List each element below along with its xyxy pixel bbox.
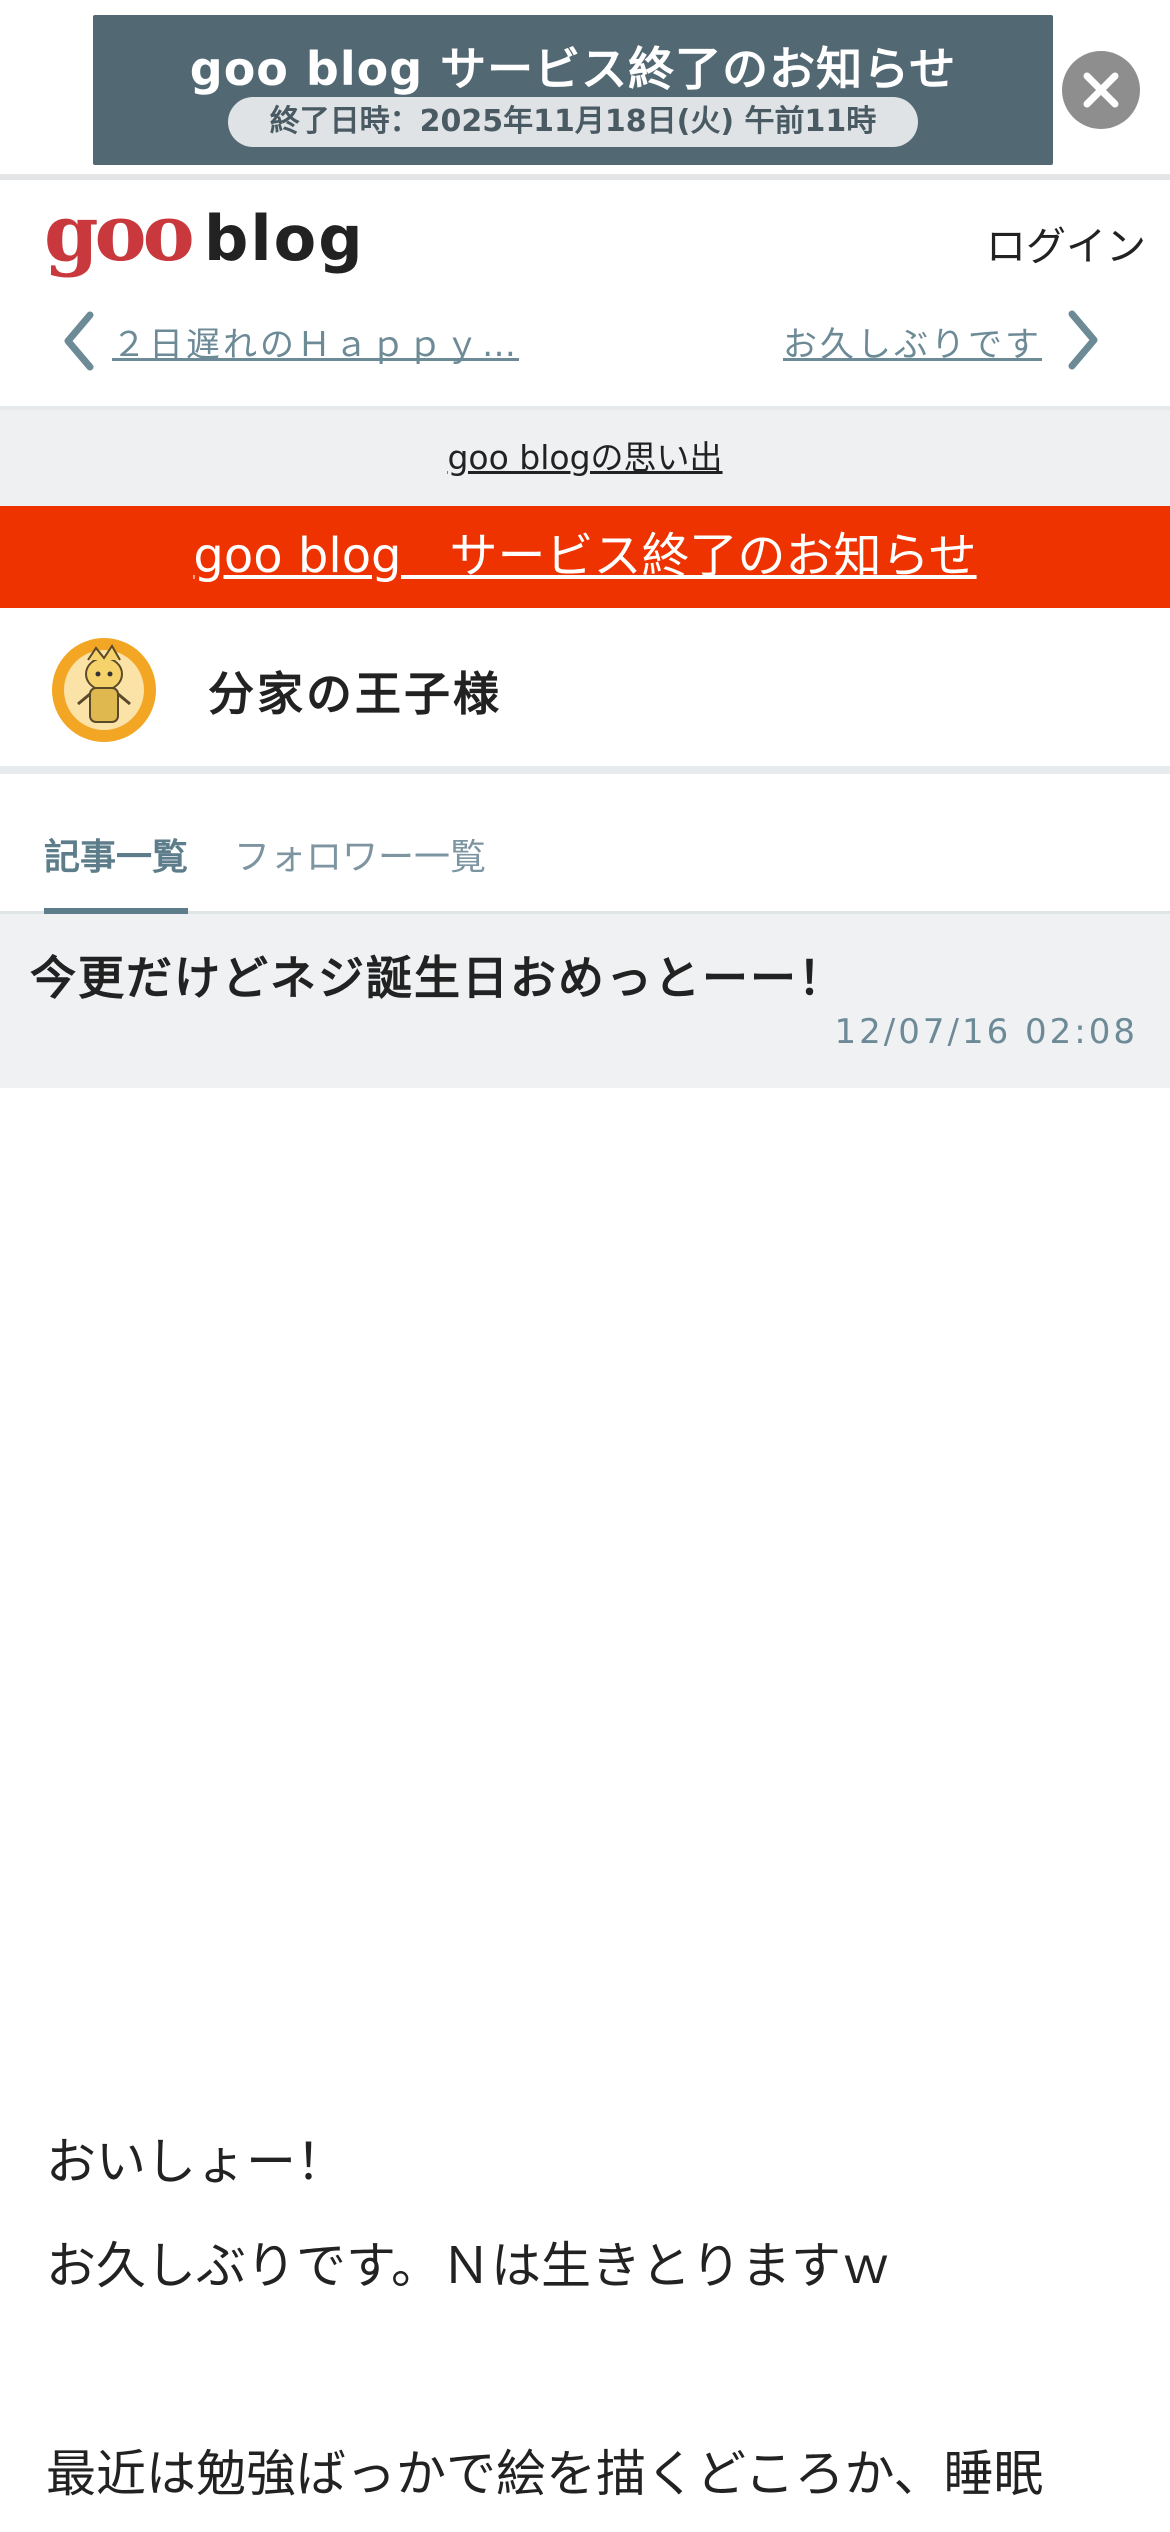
site-header: goo blog ログイン ２日遅れのＨａｐｐｙ… お久しぶりです: [0, 186, 1170, 410]
article-line: [46, 2318, 1136, 2422]
chevron-right-icon: [1068, 310, 1098, 370]
service-end-banner[interactable]: goo blog サービス終了のお知らせ 終了日時：2025年11月18日(火)…: [93, 15, 1053, 165]
blog-tabs: 記事一覧 フォロワー一覧: [0, 790, 1170, 914]
chevron-left-icon: [64, 311, 94, 371]
avatar[interactable]: [48, 634, 160, 746]
prev-article-label: ２日遅れのＨａｐｐｙ…: [112, 324, 519, 365]
memories-bar: goo blogの思い出: [0, 410, 1170, 506]
end-notice-bar: goo blog サービス終了のお知らせ: [0, 506, 1170, 608]
banner-subtitle: 終了日時：2025年11月18日(火) 午前11時: [228, 97, 918, 147]
article-line: お久しぶりです。Ｎは生きとりますｗ: [46, 2237, 891, 2295]
article-title: 今更だけどネジ誕生日おめっとーー！: [30, 951, 846, 1005]
blog-title-bar: 分家の王子様: [0, 608, 1170, 774]
close-icon[interactable]: [1062, 51, 1140, 129]
prev-article-link[interactable]: ２日遅れのＨａｐｐｙ…: [62, 306, 519, 376]
memories-link[interactable]: goo blogの思い出: [447, 438, 722, 477]
tab-articles[interactable]: 記事一覧: [44, 828, 189, 914]
article-date: 12/07/16 02:08: [834, 1012, 1138, 1052]
logo-goo: goo: [44, 188, 195, 279]
logo-blog: blog: [204, 202, 365, 275]
article-line: 最近は勉強ばっかで絵を描くどころか、睡眠: [46, 2445, 1044, 2503]
article-header: 今更だけどネジ誕生日おめっとーー！ 12/07/16 02:08: [0, 914, 1170, 1088]
blog-name[interactable]: 分家の王子様: [208, 658, 502, 724]
banner-title: goo blog サービス終了のお知らせ: [189, 42, 957, 96]
article-body: おいしょー！ お久しぶりです。Ｎは生きとりますｗ 最近は勉強ばっかで絵を描くどこ…: [46, 2110, 1136, 2526]
article-line: おいしょー！: [46, 2133, 346, 2191]
next-article-link[interactable]: お久しぶりです: [783, 306, 1098, 376]
tab-followers[interactable]: フォロワー一覧: [234, 828, 486, 880]
notice-banner-area: goo blog サービス終了のお知らせ 終了日時：2025年11月18日(火)…: [0, 0, 1170, 180]
end-notice-link[interactable]: goo blog サービス終了のお知らせ: [193, 528, 976, 584]
next-article-label: お久しぶりです: [783, 324, 1042, 365]
login-link[interactable]: ログイン: [986, 214, 1146, 272]
